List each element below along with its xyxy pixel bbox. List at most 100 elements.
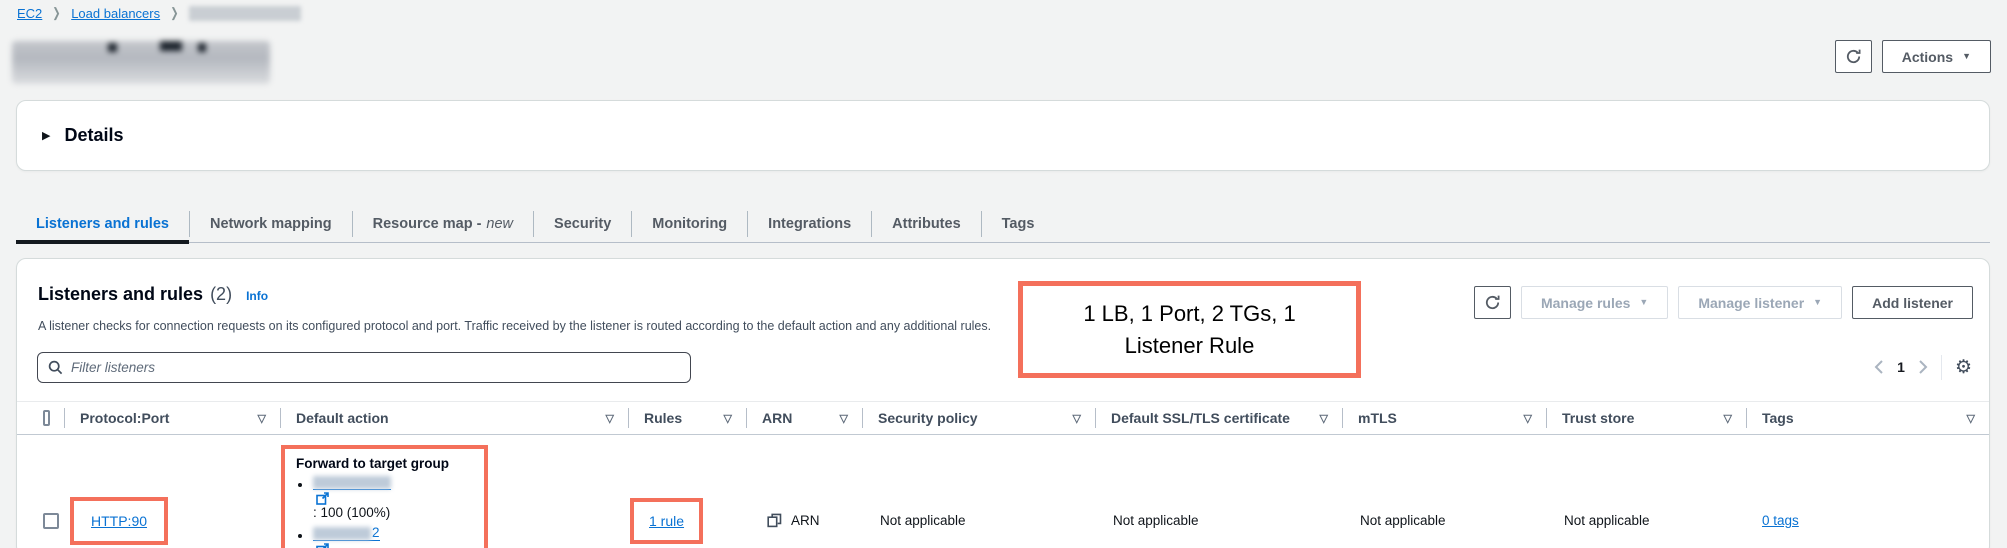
select-all-checkbox[interactable] (43, 410, 50, 426)
copy-icon[interactable] (767, 513, 782, 528)
pagination: 1 ⚙ (1874, 354, 1972, 380)
target-group-item: 2: 0 (0%) (313, 525, 470, 548)
tab-label: Attributes (892, 216, 960, 232)
breadcrumb-redacted-item (189, 6, 301, 21)
listeners-table: Protocol:Port ▽ Default action ▽ Rules ▽… (17, 401, 1989, 548)
page-actions: Actions ▼ (1835, 40, 1991, 73)
refresh-button[interactable] (1835, 40, 1872, 73)
ssl-certificate-cell: Not applicable (1095, 435, 1342, 548)
tab-monitoring[interactable]: Monitoring (632, 206, 747, 242)
tab-tags[interactable]: Tags (982, 206, 1055, 242)
column-header-security-policy[interactable]: Security policy ▽ (862, 402, 1095, 434)
sort-icon[interactable]: ▽ (1065, 412, 1081, 425)
table-header-row: Protocol:Port ▽ Default action ▽ Rules ▽… (17, 401, 1989, 435)
previous-page-button[interactable] (1874, 359, 1884, 375)
tags-link[interactable]: 0 tags (1762, 513, 1799, 528)
redacted-target-group-name (313, 527, 371, 540)
row-checkbox[interactable] (43, 513, 59, 529)
next-page-button[interactable] (1918, 359, 1928, 375)
column-label: Default action (296, 410, 389, 426)
gear-icon[interactable]: ⚙ (1955, 358, 1972, 377)
column-header-default-action[interactable]: Default action ▽ (280, 402, 628, 434)
rules-cell: 1 rule (628, 435, 746, 548)
manage-rules-label: Manage rules (1541, 295, 1630, 311)
sort-icon[interactable]: ▽ (250, 412, 266, 425)
actions-button-label: Actions (1902, 49, 1953, 65)
target-group-link-redacted[interactable] (313, 476, 391, 490)
trust-store-cell: Not applicable (1546, 435, 1746, 548)
column-header-arn[interactable]: ARN ▽ (746, 402, 862, 434)
page-number[interactable]: 1 (1897, 359, 1905, 375)
tab-network-mapping[interactable]: Network mapping (190, 206, 352, 242)
column-header-trust-store[interactable]: Trust store ▽ (1546, 402, 1746, 434)
tab-attributes[interactable]: Attributes (872, 206, 980, 242)
column-header-rules[interactable]: Rules ▽ (628, 402, 746, 434)
chevron-right-icon (1918, 359, 1928, 375)
target-weight: : 100 (100%) (313, 505, 390, 520)
sort-icon[interactable]: ▽ (1312, 412, 1328, 425)
chevron-down-icon: ▼ (1639, 298, 1648, 307)
column-label: Rules (644, 410, 682, 426)
column-label: ARN (762, 410, 792, 426)
column-header-ssl-certificate[interactable]: Default SSL/TLS certificate ▽ (1095, 402, 1342, 434)
manage-listener-button[interactable]: Manage listener ▼ (1678, 286, 1842, 319)
column-header-mtls[interactable]: mTLS ▽ (1342, 402, 1546, 434)
forward-heading: Forward to target group (296, 456, 470, 471)
listener-link[interactable]: HTTP:90 (91, 513, 147, 529)
column-label: Default SSL/TLS certificate (1111, 410, 1290, 426)
sort-icon[interactable]: ▽ (832, 412, 848, 425)
column-header-tags[interactable]: Tags ▽ (1746, 402, 1989, 434)
tab-label: Network mapping (210, 216, 332, 232)
annotation-highlight-default-action: Forward to target group : 100 (100%) 2: … (281, 445, 488, 548)
manage-listener-label: Manage listener (1698, 295, 1804, 311)
row-select-cell (17, 435, 64, 548)
details-label: Details (64, 125, 123, 146)
arn-label: ARN (791, 513, 820, 528)
rules-link[interactable]: 1 rule (649, 513, 684, 529)
filter-listeners-input[interactable] (71, 360, 680, 375)
annotation-note: 1 LB, 1 Port, 2 TGs, 1 Listener Rule (1018, 281, 1361, 378)
protocol-port-cell: HTTP:90 (64, 435, 280, 548)
breadcrumb-separator-icon: ❯ (53, 5, 61, 21)
refresh-listeners-button[interactable] (1474, 286, 1511, 319)
tab-security[interactable]: Security (534, 206, 631, 242)
tab-label: Monitoring (652, 216, 727, 232)
info-link[interactable]: Info (246, 289, 268, 303)
add-listener-button[interactable]: Add listener (1852, 286, 1973, 319)
external-link-icon[interactable] (316, 543, 329, 548)
breadcrumb-link-ec2[interactable]: EC2 (17, 6, 42, 21)
external-link-icon[interactable] (316, 492, 329, 505)
sort-icon[interactable]: ▽ (1516, 412, 1532, 425)
manage-rules-button[interactable]: Manage rules ▼ (1521, 286, 1668, 319)
breadcrumb-link-load-balancers[interactable]: Load balancers (71, 6, 160, 21)
ec2-load-balancer-page: EC2 ❯ Load balancers ❯ Actions ▼ ▶ Detai… (0, 0, 2007, 548)
breadcrumb-separator-icon: ❯ (170, 5, 178, 21)
sort-icon[interactable]: ▽ (716, 412, 732, 425)
chevron-down-icon: ▼ (1813, 298, 1822, 307)
panel-actions: Manage rules ▼ Manage listener ▼ Add lis… (1474, 286, 1973, 319)
sort-icon[interactable]: ▽ (1959, 412, 1975, 425)
listener-count: (2) (210, 284, 232, 305)
tab-label: Tags (1002, 216, 1035, 232)
details-expander[interactable]: ▶ Details (16, 100, 1990, 171)
search-icon (48, 360, 63, 375)
tab-label: Security (554, 216, 611, 232)
security-policy-cell: Not applicable (862, 435, 1095, 548)
listeners-panel: Listeners and rules (2) Info A listener … (16, 258, 1990, 548)
tags-cell: 0 tags (1746, 435, 1989, 548)
tab-resource-map[interactable]: Resource map -new (353, 206, 533, 242)
target-group-link-redacted[interactable]: 2 (313, 525, 380, 541)
actions-button[interactable]: Actions ▼ (1882, 40, 1991, 73)
sort-icon[interactable]: ▽ (598, 412, 614, 425)
pagination-divider (1941, 355, 1942, 380)
column-header-protocol-port[interactable]: Protocol:Port ▽ (64, 402, 280, 434)
column-label: Protocol:Port (80, 410, 169, 426)
tab-listeners-and-rules[interactable]: Listeners and rules (16, 206, 189, 242)
tab-integrations[interactable]: Integrations (748, 206, 871, 242)
default-action-cell: Forward to target group : 100 (100%) 2: … (280, 435, 628, 548)
sort-icon[interactable]: ▽ (1716, 412, 1732, 425)
panel-description: A listener checks for connection request… (38, 319, 991, 333)
filter-listeners-box[interactable] (37, 352, 691, 383)
target-group-name-fragment: 2 (372, 525, 380, 540)
chevron-left-icon (1874, 359, 1884, 375)
